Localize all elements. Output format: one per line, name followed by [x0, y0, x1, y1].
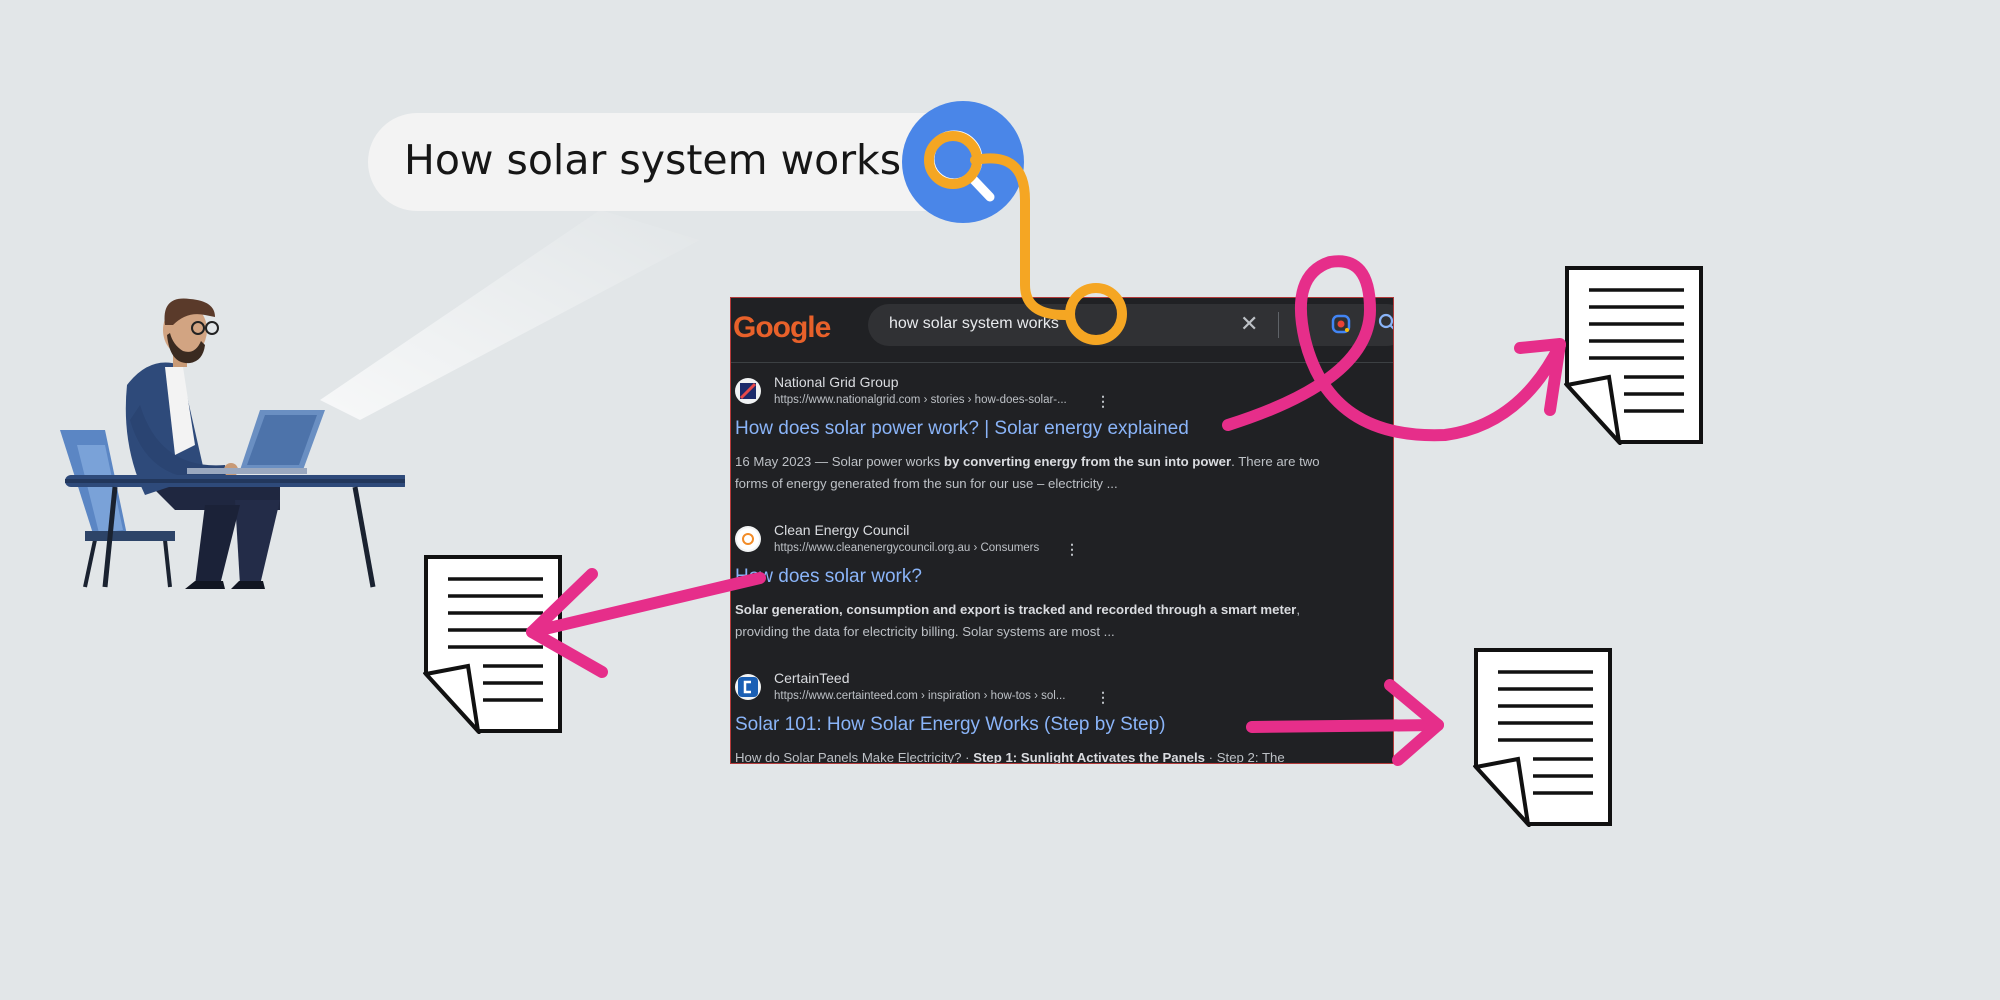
result-snippet: Solar generation, consumption and export… [735, 602, 1300, 639]
document-icon [423, 555, 562, 734]
search-query-text: How solar system works [404, 136, 902, 184]
result-site-name: Clean Energy Council [774, 522, 910, 538]
result-url[interactable]: https://www.certainteed.com › inspiratio… [774, 690, 1065, 702]
search-results-screenshot: Google how solar system works ✕ National… [730, 297, 1394, 764]
results-search-query: how solar system works [889, 315, 1059, 332]
lens-icon[interactable] [1330, 313, 1352, 335]
results-divider [731, 362, 1393, 363]
result-site-name: National Grid Group [774, 374, 899, 390]
result-url[interactable]: https://www.nationalgrid.com › stories ›… [774, 394, 1067, 406]
search-button[interactable] [902, 101, 1024, 223]
result-site-name: CertainTeed [774, 670, 850, 686]
result-url[interactable]: https://www.cleanenergycouncil.org.au › … [774, 542, 1039, 554]
certainteed-favicon [735, 674, 761, 700]
google-logo: Google [733, 311, 831, 344]
search-icon[interactable] [1378, 313, 1394, 333]
person-at-laptop-illustration [60, 298, 405, 589]
document-icon [1473, 648, 1612, 827]
result-snippet: 16 May 2023 — Solar power works by conve… [735, 454, 1320, 491]
result-title[interactable]: Solar 101: How Solar Energy Works (Step … [735, 714, 1166, 736]
result-title[interactable]: How does solar power work? | Solar energ… [735, 418, 1189, 440]
bar-separator [1278, 312, 1279, 338]
more-options-icon[interactable]: ⋮ [1096, 393, 1110, 410]
result-snippet: How do Solar Panels Make Electricity? · … [735, 750, 1285, 764]
document-icon [1564, 266, 1703, 445]
national-grid-favicon [735, 378, 761, 404]
clean-energy-council-favicon [735, 526, 761, 552]
magnifier-icon [925, 130, 995, 202]
more-options-icon[interactable]: ⋮ [1096, 689, 1110, 706]
results-search-bar[interactable]: how solar system works ✕ [868, 304, 1394, 346]
clear-icon[interactable]: ✕ [1240, 311, 1258, 337]
more-options-icon[interactable]: ⋮ [1065, 541, 1079, 558]
result-title[interactable]: How does solar work? [735, 566, 922, 588]
